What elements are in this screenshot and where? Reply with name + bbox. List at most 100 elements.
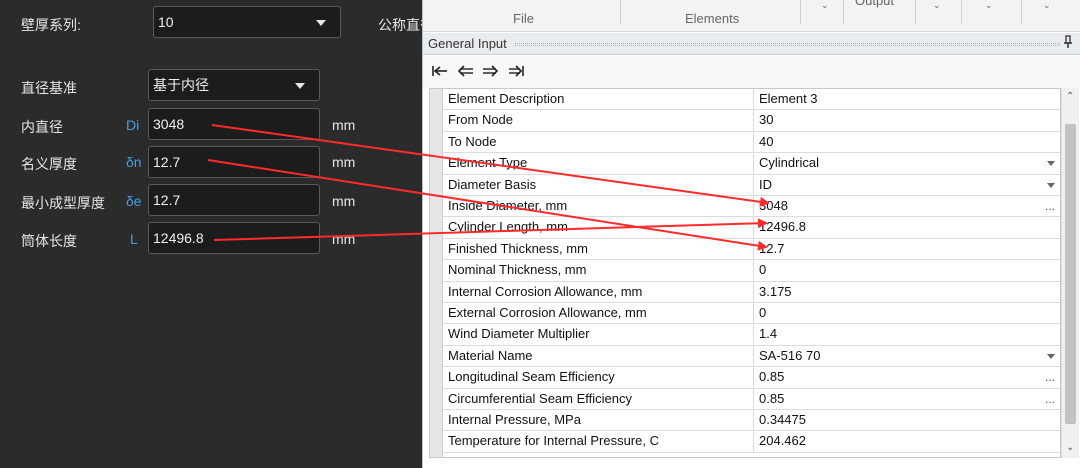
property-name: Longitudinal Seam Efficiency	[443, 367, 754, 388]
property-name: Material Name	[443, 345, 754, 367]
table-row[interactable]: Material Name SA-516 70	[443, 345, 1060, 368]
panel-title-bar: General Input	[423, 33, 1080, 55]
field-label: 最小成型厚度	[21, 195, 105, 211]
property-value-text: 12496.8	[759, 219, 806, 235]
property-value[interactable]: 1.4	[754, 324, 1060, 344]
chevron-down-icon[interactable]: ⌄	[933, 0, 941, 11]
pin-icon[interactable]	[1063, 35, 1073, 52]
field-symbol: L	[130, 231, 138, 247]
chevron-down-icon[interactable]	[1047, 182, 1055, 188]
ribbon-separator	[1021, 0, 1022, 24]
field-unit: mm	[332, 117, 356, 133]
chevron-down-icon[interactable]: ⌄	[821, 0, 829, 11]
property-value-text: 30	[759, 112, 774, 128]
field-label: 名义厚度	[21, 156, 77, 172]
chevron-down-icon	[316, 20, 326, 26]
property-value[interactable]: 12.7	[754, 239, 1060, 259]
chevron-down-icon	[295, 83, 305, 89]
ellipsis-icon[interactable]: ...	[1045, 389, 1055, 409]
last-element-icon[interactable]	[507, 64, 525, 81]
property-name: External Corrosion Allowance, mm	[443, 303, 754, 324]
field-unit: mm	[332, 231, 356, 247]
table-row[interactable]: Element Description Element 3	[443, 89, 1060, 111]
property-value[interactable]: 3048...	[754, 196, 1060, 216]
property-value[interactable]: 0.85...	[754, 389, 1060, 409]
previous-element-icon[interactable]	[457, 64, 475, 81]
table-row[interactable]: Circumferential Seam Efficiency 0.85...	[443, 388, 1060, 410]
ribbon-group-output[interactable]: Output	[855, 0, 894, 8]
scroll-down-icon[interactable]: ⌄	[1066, 442, 1074, 453]
property-name: Finished Thickness, mm	[443, 238, 754, 260]
table-row[interactable]: Nominal Thickness, mm 0	[443, 260, 1060, 282]
property-value-text: 3048	[759, 198, 788, 213]
property-value-text: Element 3	[759, 91, 818, 106]
chevron-down-icon[interactable]: ⌄	[985, 0, 993, 11]
table-row[interactable]: Inside Diameter, mm 3048...	[443, 196, 1060, 218]
nominal-thickness-input[interactable]: 12.7	[148, 146, 320, 178]
table-row[interactable]: Temperature for Internal Pressure, C 204.…	[443, 431, 1060, 453]
chevron-down-icon[interactable]	[1047, 353, 1055, 359]
table-row[interactable]: From Node 30	[443, 110, 1060, 132]
inner-diameter-input[interactable]: 3048	[148, 108, 320, 140]
property-value-text: 204.462	[759, 433, 806, 449]
chevron-down-icon[interactable]	[1047, 161, 1055, 167]
field-unit: mm	[332, 154, 356, 170]
ribbon-group-elements[interactable]: Elements	[685, 11, 739, 26]
ellipsis-icon[interactable]: ...	[1045, 196, 1055, 216]
panel-title: General Input	[428, 36, 507, 51]
table-row[interactable]: Internal Pressure, MPa 0.34475	[443, 410, 1060, 432]
table-row[interactable]: Longitudinal Seam Efficiency 0.85...	[443, 367, 1060, 389]
next-element-icon[interactable]	[481, 64, 499, 81]
table-row[interactable]: Wind Diameter Multiplier 1.4	[443, 324, 1060, 346]
property-value-text: ID	[759, 176, 772, 192]
first-element-icon[interactable]	[431, 64, 449, 81]
property-value[interactable]: 0	[754, 303, 1060, 323]
shell-length-input[interactable]: 12496.8	[148, 222, 320, 254]
table-row[interactable]: Internal Corrosion Allowance, mm 3.175	[443, 281, 1060, 303]
property-name: Inside Diameter, mm	[443, 196, 754, 217]
field-symbol: δn	[126, 154, 142, 170]
property-value[interactable]: 204.462	[754, 431, 1060, 451]
ellipsis-icon[interactable]: ...	[1045, 367, 1055, 387]
diameter-basis-label: 直径基准	[21, 80, 77, 96]
property-value-text: 0.34475	[759, 412, 806, 427]
wall-series-value: 10	[158, 14, 174, 30]
diameter-basis-value: 基于内径	[153, 77, 209, 93]
min-formed-thickness-input[interactable]: 12.7	[148, 184, 320, 216]
property-name: Wind Diameter Multiplier	[443, 324, 754, 345]
property-value[interactable]: 3.175	[754, 282, 1060, 302]
property-value[interactable]: Cylindrical	[754, 153, 1060, 173]
property-value[interactable]: 30	[754, 110, 1060, 130]
property-value[interactable]: 0.34475	[754, 410, 1060, 430]
chevron-down-icon[interactable]: ⌄	[1043, 0, 1051, 11]
property-grid: Element Description Element 3 From Node 30 T…	[429, 88, 1061, 458]
scrollbar-thumb[interactable]	[1065, 124, 1076, 424]
diameter-basis-dropdown[interactable]: 基于内径	[148, 69, 320, 101]
table-row[interactable]: Cylinder Length, mm 12496.8	[443, 217, 1060, 239]
property-name: Cylinder Length, mm	[443, 217, 754, 238]
property-value-text: Cylindrical	[759, 155, 819, 171]
property-value-text: 40	[759, 133, 774, 149]
property-value[interactable]: SA-516 70	[754, 346, 1060, 366]
table-row[interactable]: External Corrosion Allowance, mm 0	[443, 303, 1060, 325]
scroll-up-icon[interactable]: ⌃	[1066, 91, 1074, 102]
property-value-text: 3.175	[759, 283, 792, 299]
property-value[interactable]: Element 3	[754, 89, 1060, 109]
property-value-text: 0.85	[759, 369, 785, 385]
table-row[interactable]: To Node 40	[443, 131, 1060, 154]
vertical-scrollbar[interactable]: ⌃ ⌄	[1061, 88, 1079, 458]
field-label: 内直径	[21, 119, 63, 135]
property-value[interactable]: 0.85...	[754, 367, 1060, 387]
property-value[interactable]: 40	[754, 132, 1060, 152]
property-value[interactable]: 12496.8	[754, 217, 1060, 237]
property-value[interactable]: ID	[754, 175, 1060, 195]
property-value[interactable]: 0	[754, 260, 1060, 280]
table-row[interactable]: Diameter Basis ID	[443, 174, 1060, 196]
ribbon-group-file[interactable]: File	[513, 11, 534, 26]
table-row[interactable]: Element Type Cylindrical	[443, 153, 1060, 175]
table-row[interactable]: Finished Thickness, mm 12.7	[443, 238, 1060, 261]
wall-series-dropdown[interactable]: 10	[153, 6, 341, 38]
ribbon-separator	[915, 0, 916, 24]
ribbon-separator	[961, 0, 962, 24]
field-unit: mm	[332, 193, 356, 209]
